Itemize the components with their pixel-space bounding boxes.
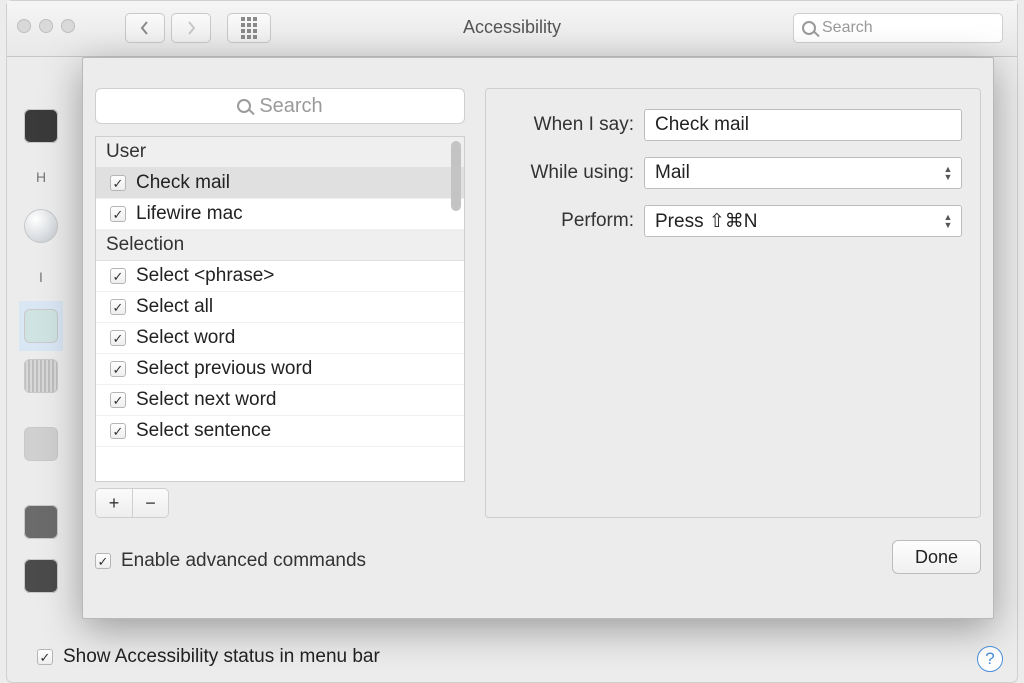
- while-using-select[interactable]: Mail ▲▼: [644, 157, 962, 189]
- stepper-icon: ▲▼: [941, 210, 955, 232]
- sidebar-icon: [24, 427, 58, 461]
- list-group-header: Selection: [96, 230, 464, 261]
- sidebar-icon: [24, 359, 58, 393]
- command-checkbox[interactable]: [110, 330, 126, 346]
- command-detail-panel: When I say: Check mail While using: Mail…: [485, 88, 981, 518]
- command-detail-column: When I say: Check mail While using: Mail…: [485, 88, 981, 518]
- while-using-value: Mail: [655, 162, 690, 184]
- command-checkbox[interactable]: [110, 268, 126, 284]
- titlebar: Accessibility Search: [7, 1, 1017, 57]
- commands-search-placeholder: Search: [259, 95, 322, 118]
- command-checkbox[interactable]: [110, 392, 126, 408]
- command-row[interactable]: Select all: [96, 292, 464, 323]
- command-row[interactable]: Select sentence: [96, 416, 464, 447]
- add-command-button[interactable]: +: [96, 489, 132, 517]
- sidebar-icon: [24, 309, 58, 343]
- command-label: Select word: [136, 327, 235, 349]
- perform-value: Press ⇧⌘N: [655, 210, 758, 233]
- commands-list[interactable]: User Check mail Lifewire mac Selection Selec…: [95, 136, 465, 482]
- sidebar-label: H: [36, 169, 46, 185]
- commands-left-column: Search User Check mail Lifewire mac Selecti…: [95, 88, 465, 518]
- perform-select[interactable]: Press ⇧⌘N ▲▼: [644, 205, 962, 237]
- command-row[interactable]: Select next word: [96, 385, 464, 416]
- show-status-checkbox[interactable]: [37, 649, 53, 665]
- help-icon: ?: [985, 649, 994, 669]
- show-status-label: Show Accessibility status in menu bar: [63, 646, 380, 668]
- command-label: Select <phrase>: [136, 265, 274, 287]
- stepper-icon: ▲▼: [941, 162, 955, 184]
- scrollbar-thumb[interactable]: [451, 141, 461, 211]
- command-label: Check mail: [136, 172, 230, 194]
- enable-advanced-label: Enable advanced commands: [121, 550, 366, 572]
- enable-advanced-row: Enable advanced commands: [95, 550, 366, 572]
- when-i-say-label: When I say:: [504, 114, 644, 136]
- command-label: Select next word: [136, 389, 276, 411]
- list-group-header: User: [96, 137, 464, 168]
- background-sidebar: H I: [19, 101, 63, 601]
- search-icon: [237, 99, 251, 113]
- command-label: Select previous word: [136, 358, 312, 380]
- command-checkbox[interactable]: [110, 175, 126, 191]
- command-label: Select sentence: [136, 420, 271, 442]
- toolbar-search-placeholder: Search: [822, 19, 873, 37]
- when-i-say-value: Check mail: [655, 114, 749, 136]
- command-row[interactable]: Select word: [96, 323, 464, 354]
- command-checkbox[interactable]: [110, 299, 126, 315]
- commands-search-field[interactable]: Search: [95, 88, 465, 124]
- command-row[interactable]: Lifewire mac: [96, 199, 464, 230]
- command-row[interactable]: Check mail: [96, 168, 464, 199]
- command-row[interactable]: Select <phrase>: [96, 261, 464, 292]
- done-button[interactable]: Done: [892, 540, 981, 574]
- preferences-window: Accessibility Search H I Show Accessibil…: [6, 0, 1018, 683]
- sidebar-icon: [24, 559, 58, 593]
- search-icon: [802, 21, 816, 35]
- add-remove-group: + −: [95, 488, 169, 518]
- while-using-label: While using:: [504, 162, 644, 184]
- sidebar-icon: [24, 505, 58, 539]
- show-status-row: Show Accessibility status in menu bar: [37, 646, 380, 668]
- sidebar-icon: [24, 109, 58, 143]
- command-checkbox[interactable]: [110, 206, 126, 222]
- enable-advanced-checkbox[interactable]: [95, 553, 111, 569]
- sidebar-label: I: [39, 269, 43, 285]
- remove-command-button[interactable]: −: [132, 489, 168, 517]
- command-checkbox[interactable]: [110, 361, 126, 377]
- command-checkbox[interactable]: [110, 423, 126, 439]
- toolbar-search-field[interactable]: Search: [793, 13, 1003, 43]
- help-button[interactable]: ?: [977, 646, 1003, 672]
- when-i-say-field[interactable]: Check mail: [644, 109, 962, 141]
- perform-label: Perform:: [504, 210, 644, 232]
- command-row[interactable]: Select previous word: [96, 354, 464, 385]
- command-label: Lifewire mac: [136, 203, 243, 225]
- sidebar-icon: [24, 209, 58, 243]
- dictation-commands-sheet: Search User Check mail Lifewire mac Selecti…: [82, 57, 994, 619]
- command-label: Select all: [136, 296, 213, 318]
